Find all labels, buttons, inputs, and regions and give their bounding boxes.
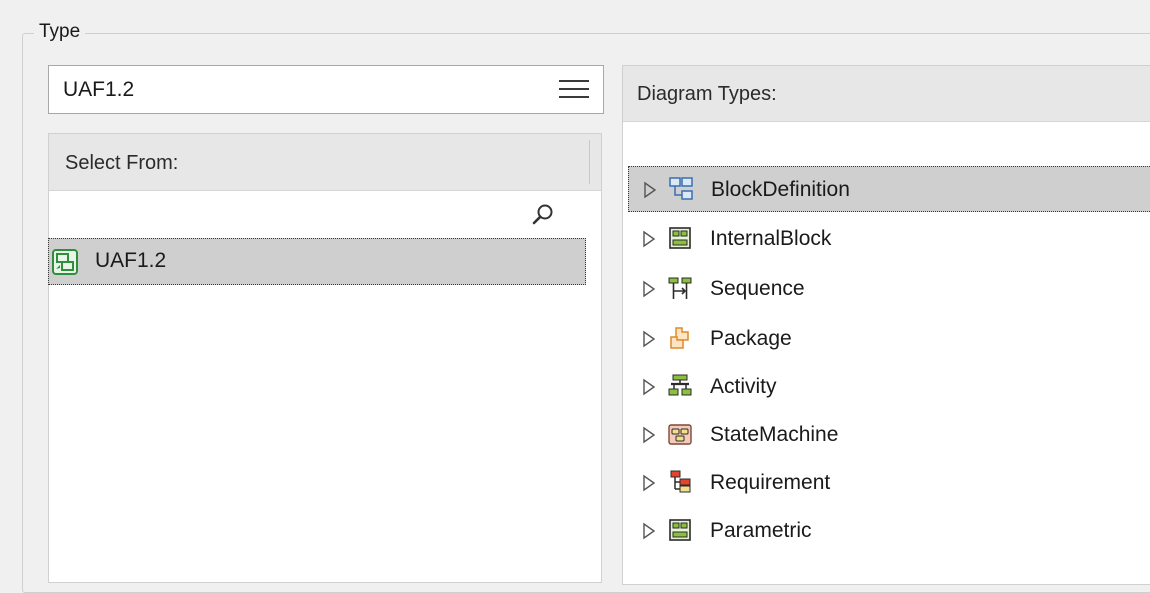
block-definition-icon	[669, 177, 693, 200]
diagram-type-package[interactable]: Package	[628, 316, 1150, 362]
select-from-panel: Select From:	[48, 133, 602, 583]
expand-arrow-icon[interactable]	[642, 474, 656, 492]
technology-combo[interactable]: UAF1.2	[48, 65, 604, 114]
diagram-type-label: Package	[710, 327, 792, 350]
diagram-types-header: Diagram Types:	[623, 66, 1150, 122]
expand-arrow-icon[interactable]	[642, 280, 656, 298]
select-from-header-label: Select From:	[65, 152, 179, 174]
expand-arrow-icon[interactable]	[642, 426, 656, 444]
expand-arrow-icon[interactable]	[642, 522, 656, 540]
state-machine-icon	[668, 424, 692, 445]
diagram-type-statemachine[interactable]: StateMachine	[628, 412, 1150, 458]
uaf-technology-icon	[52, 249, 78, 275]
diagram-type-requirement[interactable]: Requirement	[628, 460, 1150, 506]
diagram-type-label: Requirement	[710, 471, 831, 494]
tree-item-label: UAF1.2	[95, 249, 167, 272]
requirement-icon	[670, 470, 691, 493]
tree-item-uaf[interactable]: UAF1.2	[48, 238, 586, 285]
sequence-icon	[668, 277, 692, 299]
activity-icon	[668, 374, 692, 396]
diagram-type-label: Sequence	[710, 277, 805, 300]
type-group-legend: Type	[34, 20, 86, 44]
diagram-type-activity[interactable]: Activity	[628, 364, 1150, 410]
diagram-type-internalblock[interactable]: InternalBlock	[628, 216, 1150, 262]
hamburger-menu-icon[interactable]	[559, 80, 589, 98]
select-from-header: Select From:	[49, 134, 601, 191]
diagram-type-label: Parametric	[710, 519, 812, 542]
expand-arrow-icon[interactable]	[642, 230, 656, 248]
expand-arrow-icon[interactable]	[642, 378, 656, 396]
diagram-type-parametric[interactable]: Parametric	[628, 508, 1150, 554]
parametric-icon	[669, 519, 691, 541]
expand-arrow-icon[interactable]	[643, 181, 657, 199]
diagram-type-sequence[interactable]: Sequence	[628, 266, 1150, 312]
diagram-type-label: InternalBlock	[710, 227, 832, 250]
diagram-types-header-label: Diagram Types:	[637, 83, 777, 105]
diagram-type-blockdefinition[interactable]: BlockDefinition	[628, 166, 1150, 212]
diagram-type-label: Activity	[710, 375, 777, 398]
diagram-type-label: StateMachine	[710, 423, 839, 446]
diagram-type-label: BlockDefinition	[711, 178, 850, 201]
technology-combo-value: UAF1.2	[63, 78, 135, 101]
column-divider[interactable]	[589, 140, 590, 184]
internal-block-icon	[669, 227, 691, 249]
expand-arrow-icon[interactable]	[642, 330, 656, 348]
package-icon	[670, 327, 689, 349]
search-icon[interactable]	[530, 202, 556, 228]
